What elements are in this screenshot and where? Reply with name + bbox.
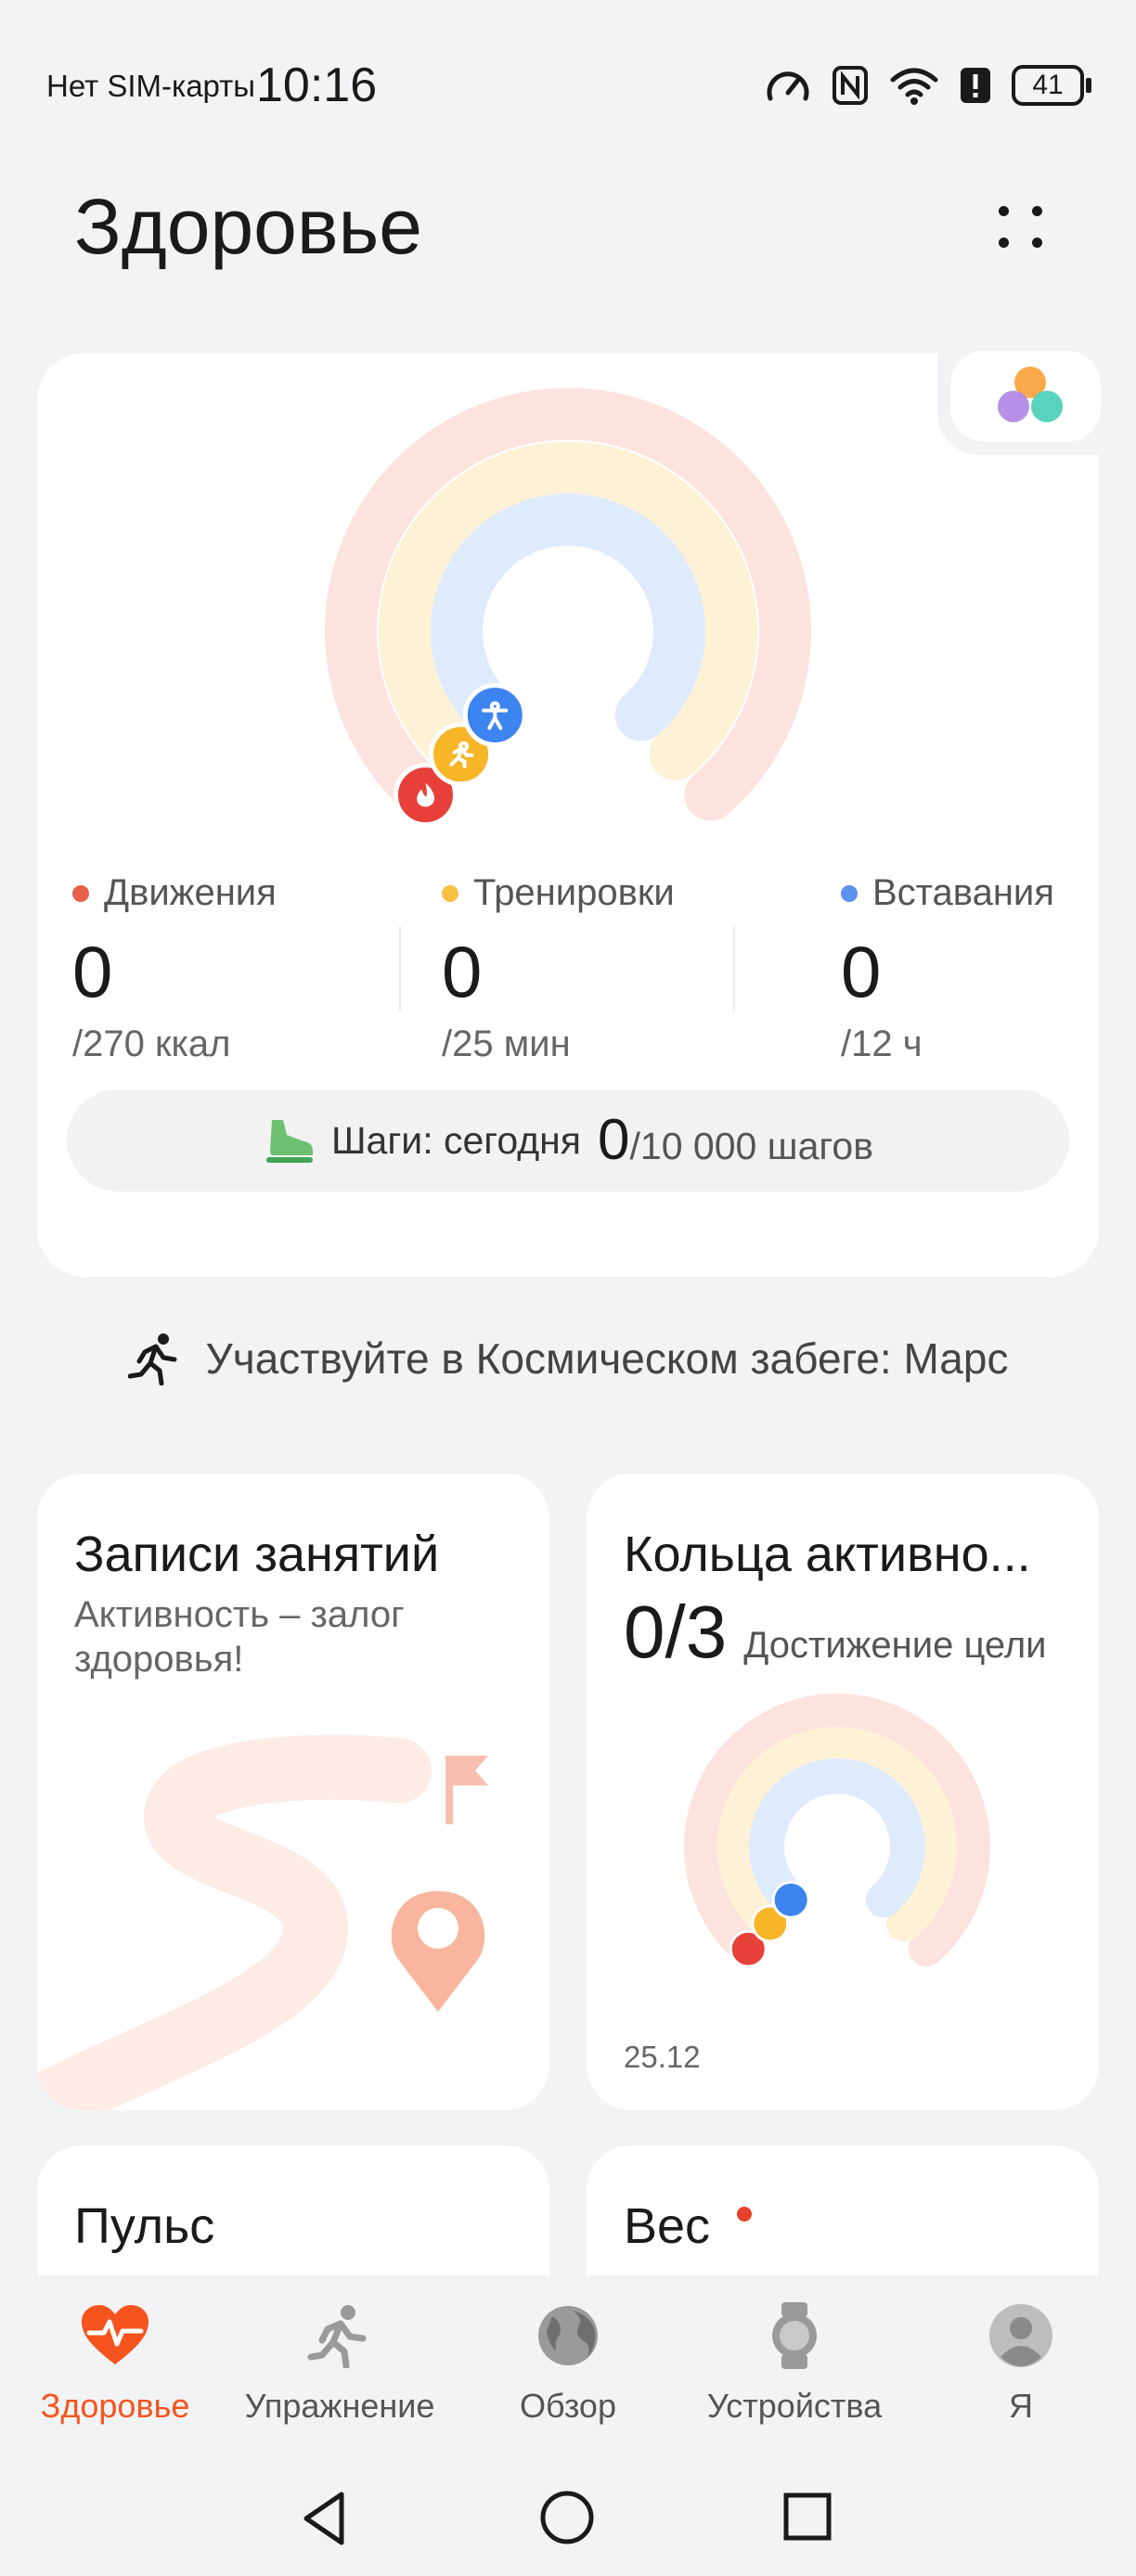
promo-text: Участвуйте в Космическом забеге: Марс	[205, 1334, 1009, 1383]
clock: 10:16	[256, 58, 378, 112]
heart-rate-card[interactable]: Пульс	[37, 2145, 549, 2277]
sneaker-icon	[265, 1120, 313, 1163]
home-icon[interactable]	[538, 2489, 596, 2546]
move-dot	[72, 884, 89, 902]
metric-move-goal: /270 ккал	[72, 1024, 231, 1064]
records-subtitle: Активность – залог здоровья!	[74, 1594, 405, 1680]
pulse-title: Пульс	[74, 2198, 215, 2254]
weight-card[interactable]: Вес	[587, 2145, 1099, 2277]
metric-move-label: Движения	[104, 872, 277, 913]
stand-progress-badge	[771, 1880, 810, 1919]
nav-me[interactable]: Я	[910, 2299, 1132, 2439]
weight-title: Вес	[624, 2197, 753, 2255]
watch-icon	[772, 2302, 817, 2369]
divider	[399, 926, 401, 1011]
nav-health-label: Здоровье	[40, 2387, 190, 2425]
grid-dots-icon[interactable]	[980, 189, 1058, 264]
steps-goal: /10 000 шагов	[629, 1125, 874, 1167]
carrier-label: Нет SIM-карты	[46, 69, 256, 103]
nav-overview[interactable]: Обзор	[457, 2299, 679, 2439]
color-circles-icon	[998, 367, 1063, 422]
battery-level: 41	[1032, 70, 1064, 100]
activity-rings-card[interactable]: Кольца активно... 0/3 Достижение цели 25…	[587, 1474, 1099, 2110]
nav-me-label: Я	[1009, 2387, 1033, 2425]
nfc-icon	[833, 66, 868, 105]
records-title: Записи занятий	[74, 1526, 440, 1582]
runner-icon	[307, 2305, 367, 2368]
metric-stand-goal: /12 ч	[841, 1024, 923, 1064]
rings-card-title: Кольца активно...	[624, 1526, 1031, 1582]
metric-stand-label: Вставания	[872, 872, 1054, 913]
nav-health[interactable]: Здоровье	[4, 2299, 226, 2439]
globe-icon	[538, 2306, 598, 2365]
nav-devices-label: Устройства	[706, 2387, 883, 2425]
status-bar: Нет SIM-карты 10:16 41	[0, 0, 1136, 167]
nav-overview-label: Обзор	[520, 2387, 616, 2425]
system-navigation	[0, 2468, 1136, 2576]
page-title: Здоровье	[74, 183, 423, 270]
steps-summary[interactable]: Шаги: сегодня 0/10 000 шагов	[67, 1089, 1069, 1191]
back-icon[interactable]	[299, 2489, 351, 2548]
stand-dot	[841, 884, 858, 902]
metric-move: Движения 0 /270 ккал	[72, 872, 277, 1065]
metric-exercise-goal: /25 мин	[442, 1024, 571, 1064]
metric-exercise-label: Тренировки	[473, 872, 675, 913]
metric-exercise: Тренировки 0 /25 мин	[442, 872, 675, 1065]
alert-icon	[961, 68, 990, 103]
rings-card-subtitle: Достижение цели	[743, 1625, 1047, 1666]
runner-icon	[127, 1333, 176, 1385]
heart-pulse-icon	[82, 2305, 148, 2364]
mini-activity-rings	[684, 1694, 990, 1968]
space-race-promo[interactable]: Участвуйте в Космическом забеге: Марс	[0, 1321, 1136, 1396]
activity-rings	[325, 388, 811, 828]
nav-exercise[interactable]: Упражнение	[228, 2299, 451, 2439]
metric-exercise-value: 0	[442, 931, 483, 1012]
weight-title-text: Вес	[624, 2198, 711, 2254]
nav-exercise-label: Упражнение	[244, 2387, 435, 2425]
steps-value: 0	[598, 1108, 630, 1172]
rings-style-toggle[interactable]	[937, 351, 1101, 455]
steps-label: Шаги: сегодня	[330, 1118, 582, 1162]
new-data-dot	[737, 2207, 753, 2222]
metric-move-value: 0	[72, 931, 113, 1012]
nav-devices[interactable]: Устройства	[683, 2299, 906, 2439]
metric-stand-value: 0	[841, 931, 882, 1012]
divider	[733, 926, 735, 1011]
exercise-dot	[442, 884, 458, 902]
road-map-illustration	[37, 1734, 488, 2110]
rings-card-value: 0/3	[624, 1591, 728, 1673]
battery-icon: 41	[1012, 65, 1091, 106]
metric-stand: Вставания 0 /12 ч	[841, 872, 1054, 1065]
rings-card-date: 25.12	[624, 2040, 701, 2074]
user-icon	[989, 2304, 1052, 2367]
wifi-icon	[890, 68, 938, 105]
speedometer-icon	[767, 71, 809, 101]
recents-icon[interactable]	[781, 2491, 833, 2543]
status-icons: 41	[765, 58, 1091, 113]
workout-records-card[interactable]: Записи занятий Активность – залог здоров…	[37, 1474, 549, 2110]
